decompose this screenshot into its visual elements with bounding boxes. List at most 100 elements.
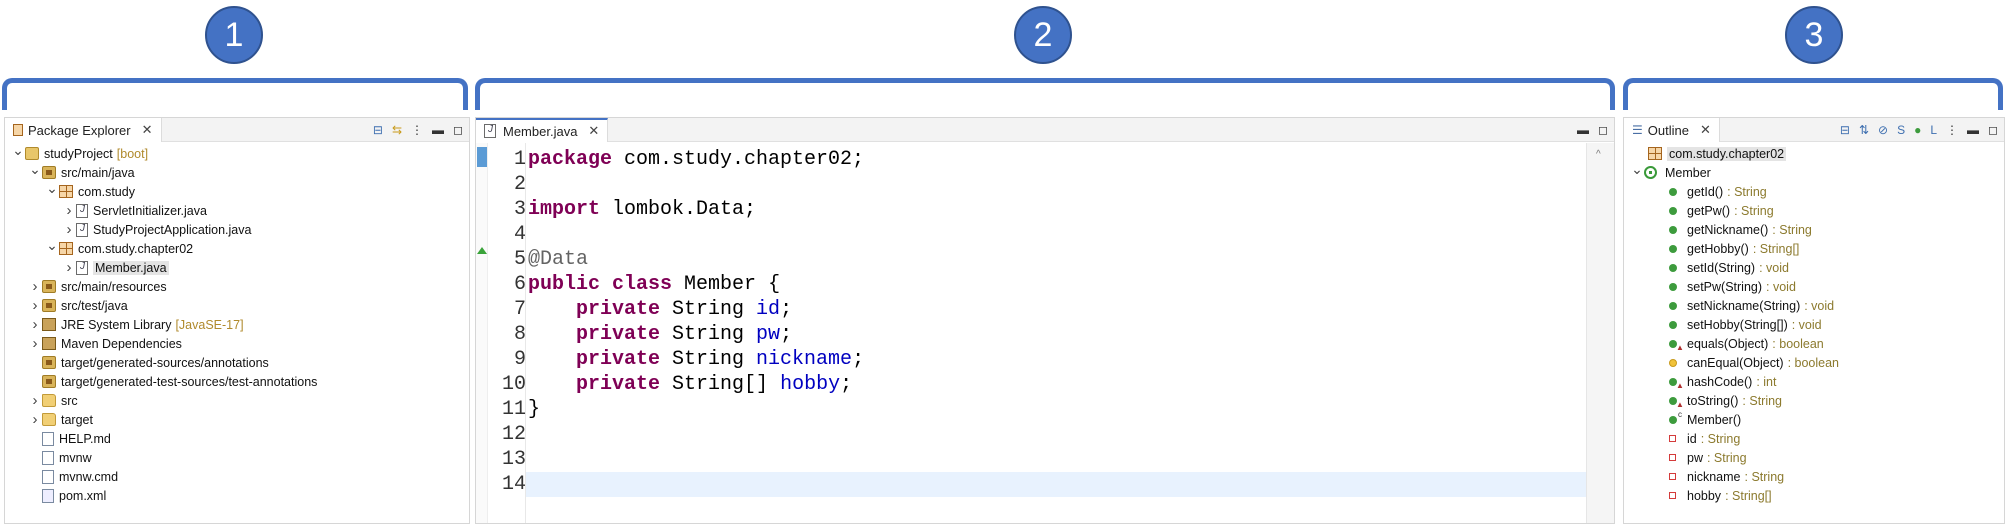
code-token: } bbox=[528, 398, 541, 421]
tree-item[interactable]: › src/test/java bbox=[5, 296, 469, 315]
collapsed-arrow-icon[interactable]: › bbox=[62, 221, 76, 238]
minimize-icon[interactable]: ▬ bbox=[1577, 124, 1589, 136]
collapsed-arrow-icon[interactable]: › bbox=[28, 278, 42, 295]
tree-item[interactable]: › src bbox=[5, 391, 469, 410]
tree-item[interactable]: › JRE System Library [JavaSE-17] bbox=[5, 315, 469, 334]
screenshot-stage: 1 2 3 Package Explorer ✕ ⊟ ⇆ ⋮ ▬ ◻ ⌄ stud… bbox=[0, 0, 2006, 524]
tree-item[interactable]: ⌄ src/main/java bbox=[5, 161, 469, 182]
view-menu-icon[interactable]: ⋮ bbox=[1946, 124, 1958, 136]
collapsed-arrow-icon[interactable]: › bbox=[28, 297, 42, 314]
code-line[interactable]: public class Member { bbox=[528, 272, 780, 297]
minimize-icon[interactable]: ▬ bbox=[1967, 124, 1979, 136]
expand-arrow-icon[interactable]: ⌄ bbox=[11, 142, 25, 159]
collapsed-arrow-icon[interactable]: › bbox=[28, 392, 42, 409]
outline-item[interactable]: getHobby(): String[] bbox=[1624, 239, 2004, 258]
tree-item[interactable]: › Maven Dependencies bbox=[5, 334, 469, 353]
close-icon[interactable]: ✕ bbox=[1700, 122, 1711, 138]
callout-1: 1 bbox=[205, 6, 263, 64]
outline-item[interactable]: ▲ hashCode(): int bbox=[1624, 372, 2004, 391]
outline-item[interactable]: nickname: String bbox=[1624, 467, 2004, 486]
outline-item[interactable]: hobby: String[] bbox=[1624, 486, 2004, 505]
override-method-icon: ▲ bbox=[1669, 377, 1684, 390]
expand-arrow-icon[interactable]: ⌄ bbox=[1630, 161, 1644, 178]
expand-arrow-icon[interactable]: ⌄ bbox=[45, 237, 59, 254]
hide-local-types-icon[interactable]: L bbox=[1930, 124, 1937, 136]
outline-item[interactable]: setHobby(String[]): void bbox=[1624, 315, 2004, 334]
tab-member-java[interactable]: Member.java ✕ bbox=[476, 118, 609, 142]
tree-item[interactable]: ⌄ com.study bbox=[5, 180, 469, 201]
scroll-up-icon[interactable]: ^ bbox=[1596, 149, 1601, 160]
public-method-icon bbox=[1669, 244, 1677, 253]
outline-item[interactable]: ▲ equals(Object): boolean bbox=[1624, 334, 2004, 353]
link-with-editor-icon[interactable]: ⇆ bbox=[392, 124, 402, 136]
outline-item-type: : String bbox=[1734, 203, 1774, 218]
tree-item[interactable]: › target bbox=[5, 410, 469, 429]
minimize-icon[interactable]: ▬ bbox=[432, 124, 444, 136]
tree-item[interactable]: target/generated-test-sources/test-annot… bbox=[5, 372, 469, 391]
code-token: private bbox=[576, 373, 661, 396]
outline-item-label: setNickname(String) bbox=[1687, 298, 1801, 313]
code-editor[interactable]: 1 2 3 4 5 6 7 8 9 10 11 12 13 14 package com.study.ch… bbox=[476, 143, 1614, 523]
tree-item[interactable]: ⌄ studyProject [boot] bbox=[5, 142, 469, 163]
collapse-all-icon[interactable]: ⊟ bbox=[1840, 124, 1850, 136]
outline-item[interactable]: id: String bbox=[1624, 429, 2004, 448]
tree-item[interactable]: ⌄ com.study.chapter02 bbox=[5, 237, 469, 258]
tree-item[interactable]: HELP.md bbox=[5, 429, 469, 448]
tree-item[interactable]: target/generated-sources/annotations bbox=[5, 353, 469, 372]
code-line[interactable]: import lombok.Data; bbox=[528, 197, 756, 222]
collapsed-arrow-icon[interactable]: › bbox=[28, 335, 42, 352]
outline-item[interactable]: ▲ toString(): String bbox=[1624, 391, 2004, 410]
code-line[interactable]: private String id; bbox=[528, 297, 792, 322]
code-token: class bbox=[612, 273, 673, 296]
collapse-all-icon[interactable]: ⊟ bbox=[373, 124, 383, 136]
collapsed-arrow-icon[interactable]: › bbox=[28, 316, 42, 333]
tree-item[interactable]: mvnw.cmd bbox=[5, 467, 469, 486]
tree-item[interactable]: › Member.java bbox=[5, 258, 469, 277]
outline-item[interactable]: canEqual(Object): boolean bbox=[1624, 353, 2004, 372]
tab-label: Member.java bbox=[503, 123, 578, 139]
outline-item-type: : boolean bbox=[1787, 355, 1840, 370]
hide-fields-icon[interactable]: ⊘ bbox=[1878, 124, 1888, 136]
maximize-icon[interactable]: ◻ bbox=[1598, 124, 1608, 136]
code-line[interactable]: private String pw; bbox=[528, 322, 792, 347]
collapsed-arrow-icon[interactable]: › bbox=[62, 259, 76, 276]
expand-arrow-icon[interactable]: ⌄ bbox=[28, 161, 42, 178]
code-line[interactable]: private String nickname; bbox=[528, 347, 864, 372]
view-menu-icon[interactable]: ⋮ bbox=[411, 124, 423, 136]
tree-item[interactable]: › StudyProjectApplication.java bbox=[5, 220, 469, 239]
code-line[interactable]: package com.study.chapter02; bbox=[528, 147, 864, 172]
close-icon[interactable]: ✕ bbox=[142, 122, 153, 138]
tree-item[interactable]: pom.xml bbox=[5, 486, 469, 505]
outline-item[interactable]: ⌄ Member bbox=[1624, 161, 2004, 182]
code-line[interactable]: private String[] hobby; bbox=[528, 372, 852, 397]
tree-item[interactable]: mvnw bbox=[5, 448, 469, 467]
package-explorer-tabbar: Package Explorer ✕ ⊟ ⇆ ⋮ ▬ ◻ bbox=[5, 118, 469, 142]
maximize-icon[interactable]: ◻ bbox=[453, 124, 463, 136]
outline-item[interactable]: getNickname(): String bbox=[1624, 220, 2004, 239]
close-icon[interactable]: ✕ bbox=[588, 123, 599, 139]
collapsed-arrow-icon[interactable]: › bbox=[28, 411, 42, 428]
tree-item[interactable]: › src/main/resources bbox=[5, 277, 469, 296]
override-marker-icon: ▲ bbox=[1676, 399, 1684, 409]
hide-non-public-icon[interactable]: ● bbox=[1914, 124, 1921, 136]
code-line[interactable]: @Data bbox=[528, 247, 588, 272]
outline-item[interactable]: com.study.chapter02 bbox=[1624, 144, 2004, 163]
maximize-icon[interactable]: ◻ bbox=[1988, 124, 1998, 136]
tree-item[interactable]: › ServletInitializer.java bbox=[5, 201, 469, 220]
collapsed-arrow-icon[interactable]: › bbox=[62, 202, 76, 219]
outline-item[interactable]: setNickname(String): void bbox=[1624, 296, 2004, 315]
tab-outline[interactable]: ☰ Outline ✕ bbox=[1624, 118, 1720, 142]
vertical-scrollbar[interactable]: ^ bbox=[1586, 143, 1614, 523]
expand-arrow-icon[interactable]: ⌄ bbox=[45, 180, 59, 197]
hide-static-icon[interactable]: S bbox=[1897, 124, 1905, 136]
outline-item[interactable]: c Member() bbox=[1624, 410, 2004, 429]
outline-item[interactable]: getId(): String bbox=[1624, 182, 2004, 201]
code-line[interactable]: } bbox=[528, 397, 540, 422]
outline-item[interactable]: setPw(String): void bbox=[1624, 277, 2004, 296]
outline-item[interactable]: getPw(): String bbox=[1624, 201, 2004, 220]
outline-item[interactable]: setId(String): void bbox=[1624, 258, 2004, 277]
outline-item[interactable]: pw: String bbox=[1624, 448, 2004, 467]
tab-package-explorer[interactable]: Package Explorer ✕ bbox=[5, 118, 162, 142]
sort-icon[interactable]: ⇅ bbox=[1859, 124, 1869, 136]
